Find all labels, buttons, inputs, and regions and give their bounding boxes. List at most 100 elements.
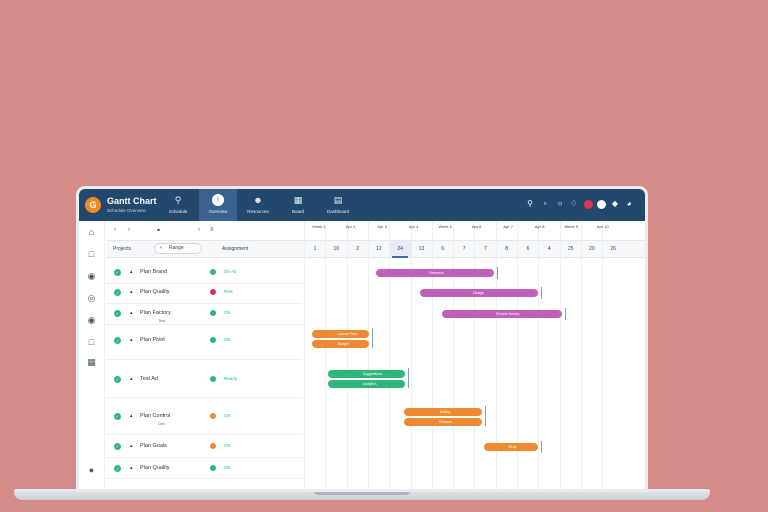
grid-column-line bbox=[538, 221, 540, 489]
column-label: Assignment bbox=[222, 246, 249, 252]
check-icon[interactable]: ✓ bbox=[114, 376, 121, 383]
grid-column-line bbox=[410, 221, 412, 489]
task-subtitle: Dev bbox=[158, 421, 166, 426]
chevron-left-icon[interactable]: ‹ bbox=[198, 227, 200, 233]
check-icon[interactable]: ✓ bbox=[114, 413, 121, 420]
gantt-panel: ‹ › ⚭ ‹ ≡ Projects Range ‹ Assignment 11… bbox=[106, 221, 645, 489]
gantt-bar[interactable]: Suggestions bbox=[328, 370, 405, 378]
gantt-bar-label: Review Survey bbox=[496, 312, 520, 316]
status-label: OK bbox=[224, 310, 231, 315]
link-icon[interactable]: ⚭ bbox=[156, 227, 161, 234]
row-divider bbox=[106, 457, 302, 458]
lock-icon[interactable]: □ bbox=[86, 249, 97, 260]
status-dot bbox=[210, 413, 216, 419]
avatar[interactable] bbox=[597, 200, 606, 209]
info-icon: i bbox=[212, 194, 224, 206]
task-name: Plan Brand bbox=[140, 269, 168, 275]
expand-icon[interactable]: ▴ bbox=[130, 289, 133, 295]
check-icon[interactable]: ✓ bbox=[114, 269, 121, 276]
chevron-left-icon[interactable]: ‹ bbox=[160, 245, 162, 251]
row-divider bbox=[106, 303, 302, 304]
task-name: Plan Goals bbox=[140, 443, 167, 449]
day-label: 1 bbox=[313, 246, 317, 252]
grid-column-line bbox=[453, 221, 455, 489]
day-label: 26 bbox=[610, 246, 616, 252]
grid-column-line bbox=[559, 221, 561, 489]
bell-icon[interactable]: ♢ bbox=[569, 199, 579, 209]
gantt-bar[interactable]: Budget bbox=[312, 340, 369, 348]
expand-icon[interactable]: ▴ bbox=[130, 269, 133, 275]
globe-icon[interactable]: ◎ bbox=[86, 293, 97, 304]
gantt-bar[interactable]: Launch Plan bbox=[312, 330, 369, 338]
week-label: Apr 8 bbox=[534, 224, 545, 229]
grid-column-line bbox=[431, 221, 433, 489]
grid-column-line bbox=[474, 221, 476, 489]
nav-schedule[interactable]: ⚲ Schedule bbox=[159, 189, 197, 221]
gantt-bar[interactable]: Review Survey bbox=[442, 310, 562, 318]
task-name: Plan Factory bbox=[140, 310, 171, 316]
list-icon[interactable]: ≡ bbox=[210, 227, 214, 233]
nav-board[interactable]: ▦ Board bbox=[279, 189, 317, 221]
gantt-bar[interactable]: Design bbox=[420, 289, 538, 297]
day-label: 6 bbox=[441, 246, 445, 252]
row-divider bbox=[106, 324, 302, 325]
expand-icon[interactable]: ▴ bbox=[130, 310, 133, 316]
filter-label[interactable]: Projects bbox=[113, 246, 131, 252]
check-icon[interactable]: ✓ bbox=[114, 337, 121, 344]
day-label: 24 bbox=[397, 246, 403, 252]
check-icon[interactable]: ✓ bbox=[114, 443, 121, 450]
bar-end-marker bbox=[565, 308, 566, 320]
expand-icon[interactable]: ▴ bbox=[130, 465, 133, 471]
gantt-bar[interactable]: Testing bbox=[404, 408, 482, 416]
gantt-bar-label: Suggestions bbox=[362, 372, 382, 376]
check-icon[interactable]: ✓ bbox=[114, 289, 121, 296]
task-name: Test Ad bbox=[140, 376, 159, 382]
nav-dashboard[interactable]: ▤ Dashboard bbox=[319, 189, 357, 221]
notification-dot[interactable] bbox=[584, 200, 593, 209]
day-label: 6 bbox=[526, 246, 530, 252]
nav-resources[interactable]: ☻ Resources bbox=[239, 189, 277, 221]
settings-icon[interactable]: ◉ bbox=[86, 315, 97, 326]
task-subtitle: Test bbox=[158, 318, 166, 323]
task-name: Plan Quality bbox=[140, 289, 170, 295]
gantt-bar[interactable]: Research bbox=[376, 269, 494, 277]
nav-overview[interactable]: i Overview bbox=[199, 189, 237, 221]
home-icon[interactable]: ⌂ bbox=[86, 227, 97, 238]
chat-icon[interactable]: ○ bbox=[555, 199, 565, 209]
chevron-right-icon[interactable]: › bbox=[128, 227, 130, 233]
nav-label: Schedule bbox=[168, 209, 188, 214]
grid-icon[interactable]: ▦ bbox=[86, 357, 97, 368]
square-icon[interactable]: □ bbox=[86, 337, 97, 348]
week-label: Apr 7 bbox=[503, 224, 513, 229]
status-label: Risk bbox=[224, 289, 233, 294]
gantt-bar[interactable]: Analytics bbox=[328, 380, 405, 388]
search-icon: ⚲ bbox=[174, 195, 182, 205]
expand-icon[interactable]: ▴ bbox=[130, 376, 133, 382]
bar-end-marker bbox=[372, 328, 373, 348]
check-icon[interactable]: ✓ bbox=[114, 310, 121, 317]
status-dot bbox=[210, 443, 216, 449]
user-circle-icon[interactable]: ● bbox=[86, 465, 97, 476]
week-label: Apr 6 bbox=[471, 224, 482, 229]
gantt-bar[interactable]: Wrap bbox=[484, 443, 538, 451]
status-label: OK bbox=[224, 443, 231, 448]
expand-icon[interactable]: ▴ bbox=[130, 443, 133, 449]
check-icon[interactable]: ✓ bbox=[114, 465, 121, 472]
message-icon[interactable]: ▫ bbox=[540, 199, 550, 209]
diamond-icon[interactable]: ◆ bbox=[610, 199, 620, 209]
status-dot bbox=[210, 337, 216, 343]
task-name: Plan Pivot bbox=[140, 337, 165, 343]
row-divider bbox=[106, 434, 302, 435]
gantt-bar[interactable]: Release bbox=[404, 418, 482, 426]
compass-icon[interactable]: ◕ bbox=[624, 199, 634, 209]
chevron-left-icon[interactable]: ‹ bbox=[114, 227, 116, 233]
expand-icon[interactable]: ▴ bbox=[130, 337, 133, 343]
expand-icon[interactable]: ▴ bbox=[130, 413, 133, 419]
week-label: Week 1 bbox=[312, 224, 326, 229]
search-icon[interactable]: ⚲ bbox=[525, 199, 535, 209]
app-header: G Gantt Chart Schedule Overview ⚲ Schedu… bbox=[79, 189, 645, 221]
day-label: 20 bbox=[589, 246, 595, 252]
bolt-icon[interactable]: ◉ bbox=[86, 271, 97, 282]
gantt-bar-label: Release bbox=[439, 420, 452, 424]
day-label: 8 bbox=[505, 246, 509, 252]
